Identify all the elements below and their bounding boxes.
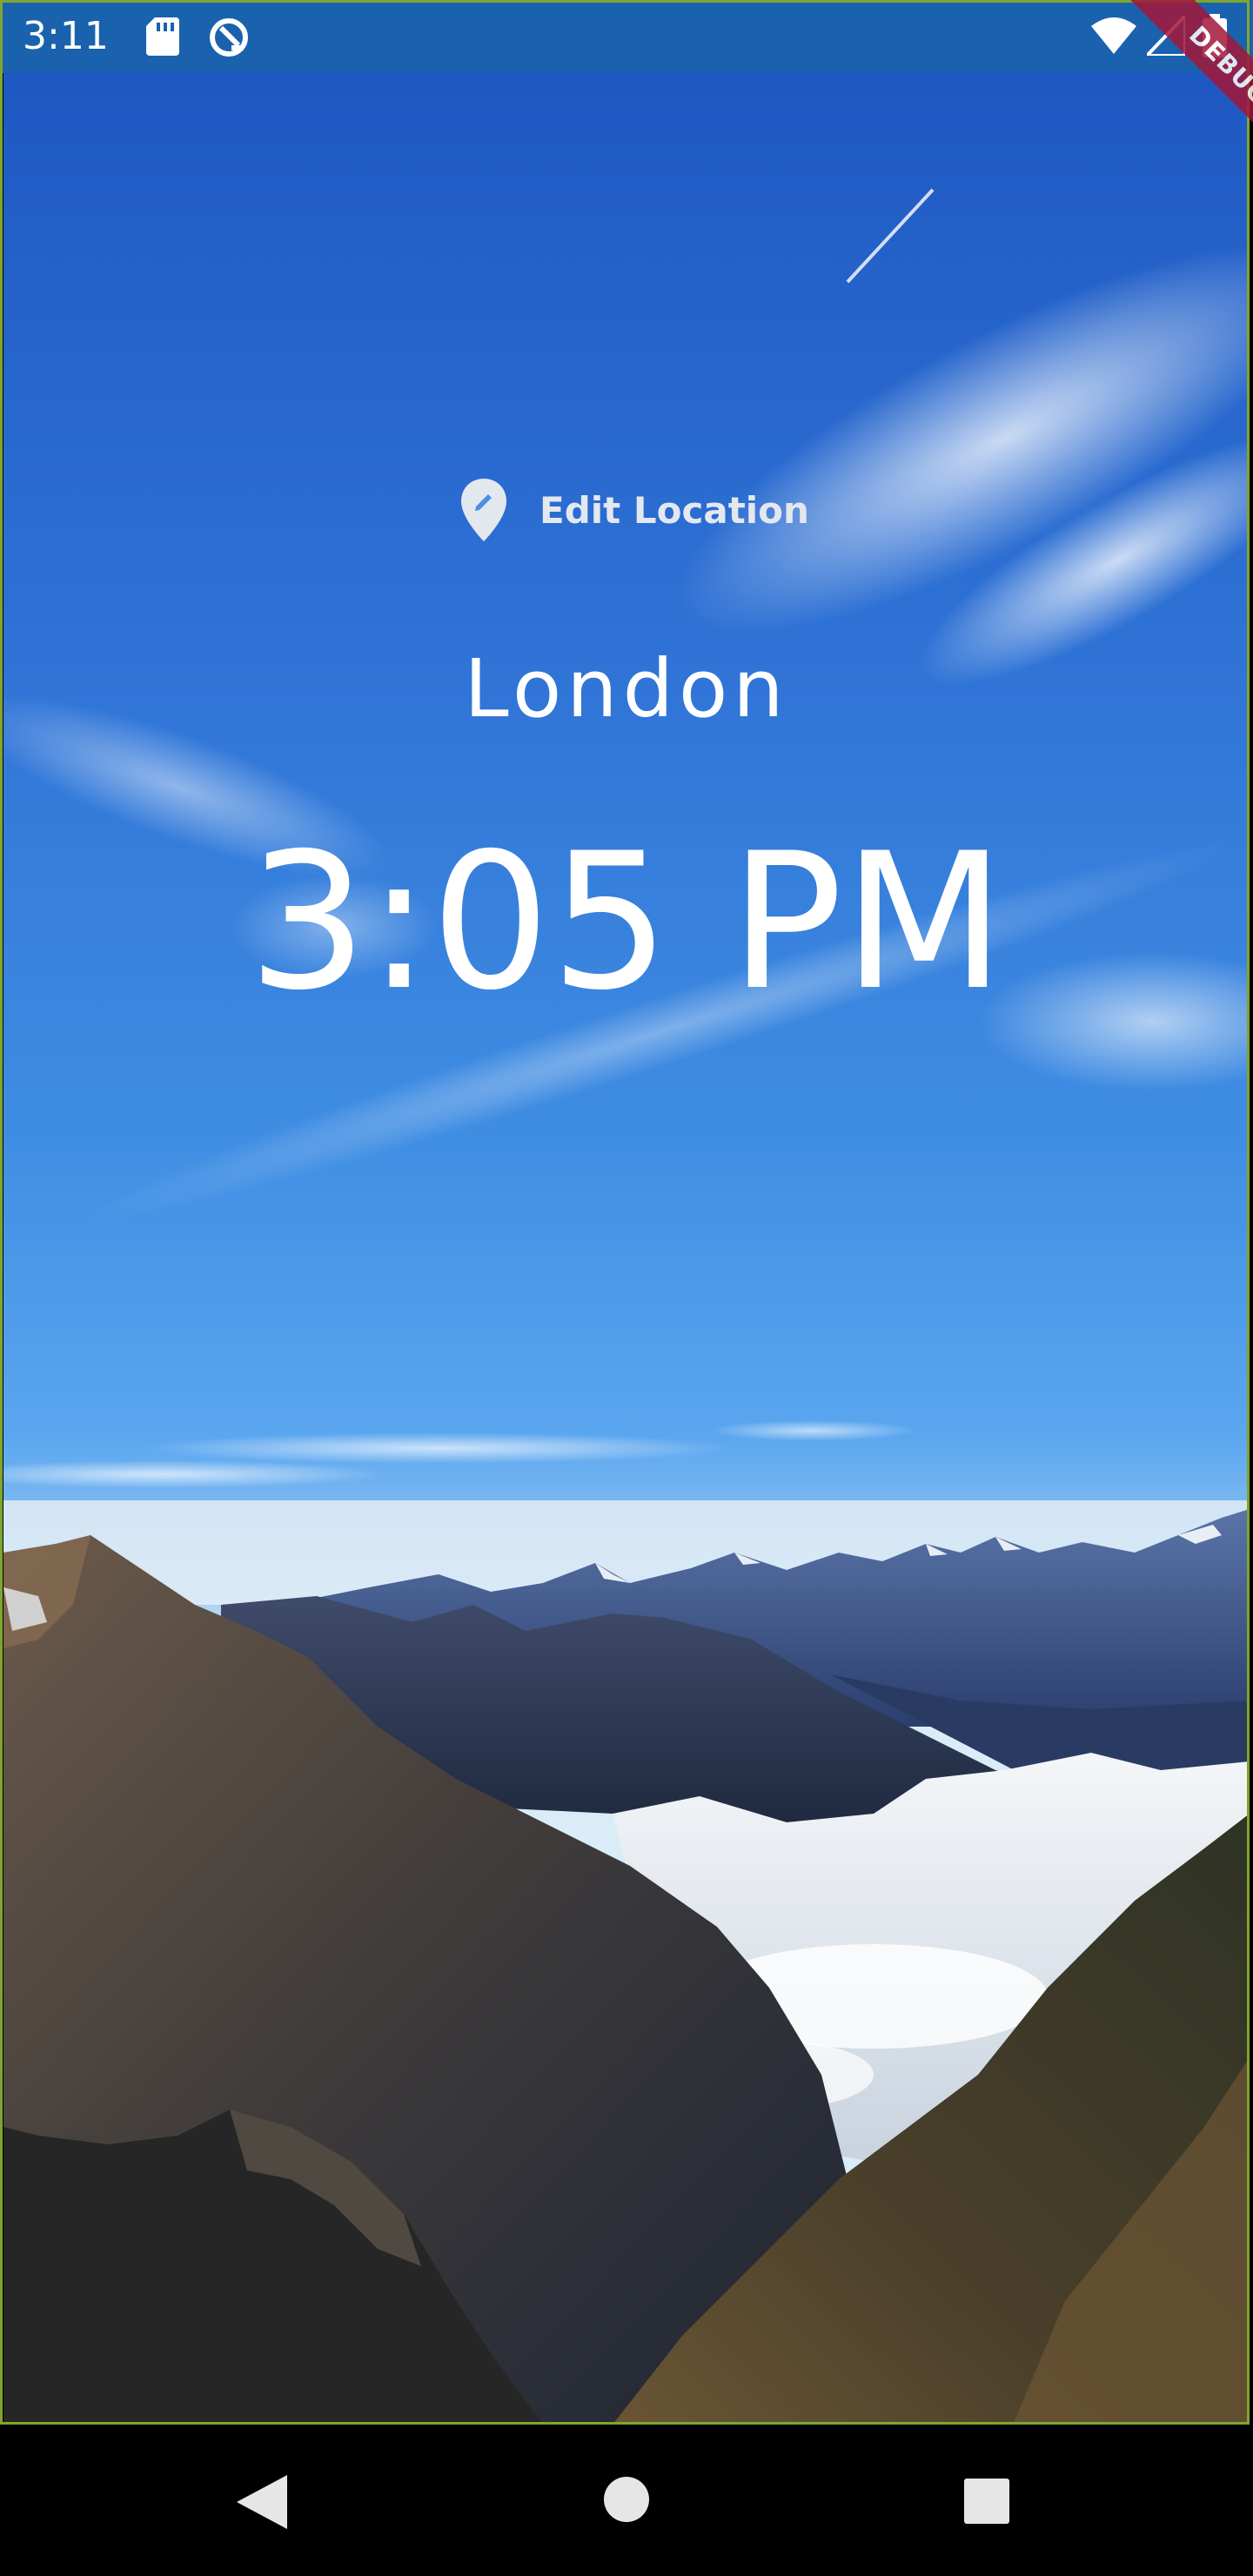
clock-time: 3:05 PM bbox=[247, 813, 1006, 1031]
status-time: 3:11 bbox=[23, 14, 109, 58]
mountain-landscape bbox=[3, 188, 1250, 2425]
edit-location-label: Edit Location bbox=[539, 488, 809, 532]
edit-location-button[interactable]: Edit Location bbox=[461, 477, 809, 543]
home-icon[interactable] bbox=[604, 2477, 649, 2522]
back-icon[interactable] bbox=[237, 2475, 287, 2529]
recents-icon[interactable] bbox=[964, 2479, 1009, 2524]
debug-banner-label: DEBUG bbox=[1120, 0, 1253, 174]
app-screen: 3:11 DEBUG Edit Location London 3:05 PM bbox=[0, 0, 1253, 2576]
sd-card-icon bbox=[146, 17, 179, 56]
debug-banner: DEBUG bbox=[1079, 0, 1253, 174]
location-name: London bbox=[464, 642, 789, 735]
status-bar: 3:11 bbox=[0, 0, 1253, 73]
navigation-bar bbox=[0, 2428, 1253, 2576]
sync-icon bbox=[210, 18, 248, 57]
background-image bbox=[3, 73, 1250, 2425]
location-edit-icon bbox=[461, 479, 506, 541]
